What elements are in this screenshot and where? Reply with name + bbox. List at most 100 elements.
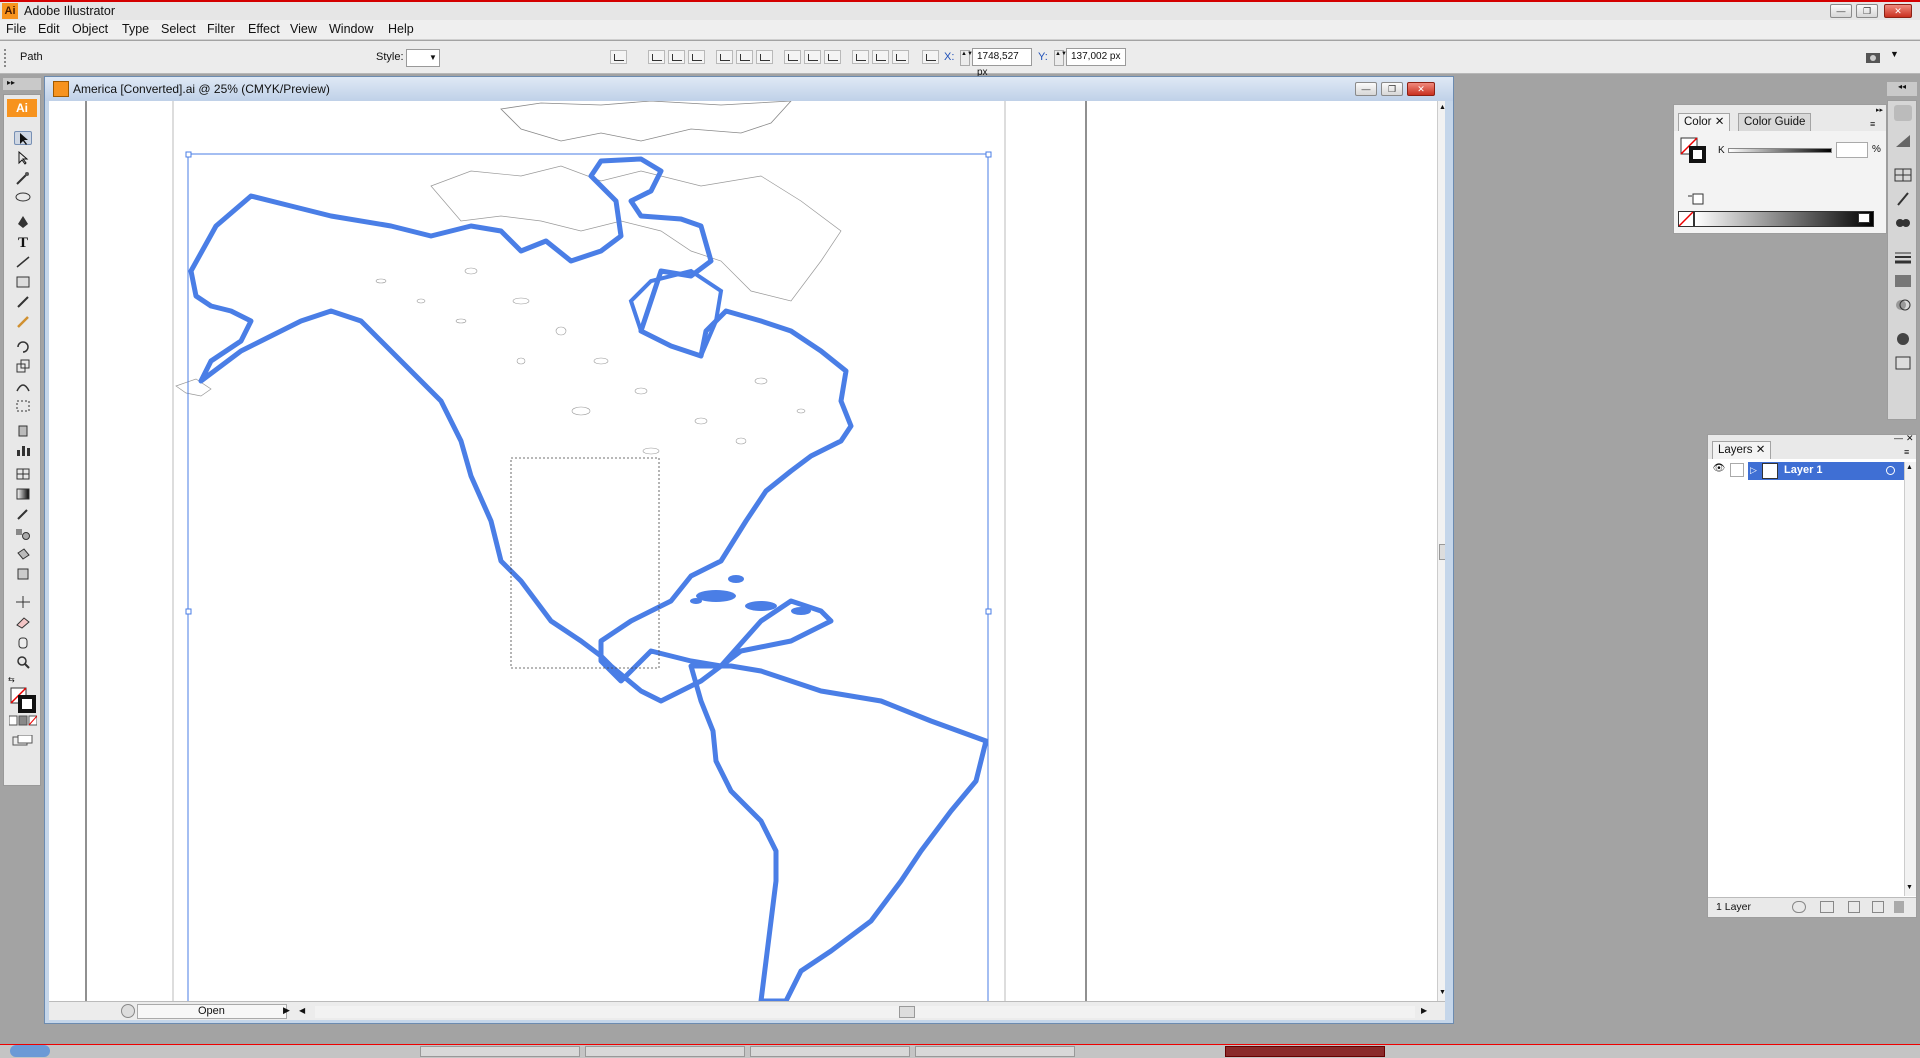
artboard-canvas[interactable]: ▲ ▼ [49,101,1445,1001]
caribbean-islands[interactable] [690,575,811,615]
menu-object[interactable]: Object [72,22,108,36]
align-vcenter-icon[interactable] [736,50,753,64]
selection-handles[interactable] [185,151,992,615]
menu-select[interactable]: Select [161,22,196,36]
fill-stroke-indicator-icon[interactable] [1680,137,1706,163]
transform-ref-icon[interactable] [610,50,627,64]
k-value-field[interactable] [1836,142,1868,158]
lasso-tool-icon[interactable] [14,191,32,205]
distribute-bottom-icon[interactable] [824,50,841,64]
gradient-tool-icon[interactable] [14,487,32,501]
scroll-down-icon[interactable]: ▼ [1906,884,1913,891]
target-circle-icon[interactable] [1886,466,1895,475]
menu-type[interactable]: Type [122,22,149,36]
grip-icon[interactable] [4,49,10,67]
transparency-icon[interactable] [1894,297,1912,313]
doc-close-icon[interactable]: ✕ [1407,82,1435,96]
swatches-icon[interactable] [1894,167,1912,183]
screen-mode-icon[interactable] [12,734,34,747]
horizontal-scroll-thumb[interactable] [899,1006,915,1018]
camera-icon[interactable] [1864,49,1886,65]
align-hcenter-icon[interactable] [668,50,685,64]
taskbar-item[interactable] [585,1046,745,1057]
scroll-left-icon[interactable]: ◀ [299,1006,305,1015]
hand-tool-icon[interactable] [14,635,32,649]
menu-file[interactable]: File [6,22,26,36]
start-orb-icon[interactable] [10,1045,50,1057]
scroll-up-icon[interactable]: ▲ [1439,104,1445,111]
close-panel-icon[interactable]: ✕ [1906,433,1914,444]
north-america-path[interactable] [188,156,854,704]
vertical-scrollbar[interactable]: ▲ ▼ [1437,101,1445,1001]
y-stepper-icon[interactable]: ▲▼ [1054,50,1067,66]
direct-selection-tool-icon[interactable] [14,150,32,165]
column-graph-tool-icon[interactable] [14,443,32,457]
color-panel-icon[interactable] [1894,105,1912,121]
dock-collapse-icon[interactable]: ◂◂ [1887,82,1917,96]
fill-stroke-swatch-icon[interactable] [10,687,36,713]
status-arrow-icon[interactable]: ▶ [283,1005,290,1016]
paintbrush-tool-icon[interactable] [14,295,32,309]
symbols-icon[interactable] [1894,215,1912,231]
scroll-up-icon[interactable]: ▲ [1906,464,1913,471]
restore-icon[interactable]: ❐ [1856,4,1878,18]
swap-fill-stroke-icon[interactable]: ⇆ [8,675,36,685]
align-bottom-icon[interactable] [756,50,773,64]
pencil-tool-icon[interactable] [14,315,32,329]
rectangle-tool-icon[interactable] [14,275,32,289]
slice-tool-icon[interactable] [14,595,32,609]
magic-wand-tool-icon[interactable] [14,171,32,185]
menu-view[interactable]: View [290,22,317,36]
layers-scrollbar[interactable]: ▲ ▼ [1904,462,1916,896]
taskbar-item[interactable] [915,1046,1075,1057]
brushes-icon[interactable] [1894,191,1912,207]
k-slider[interactable] [1728,148,1832,153]
menu-edit[interactable]: Edit [38,22,60,36]
style-dropdown[interactable]: ▼ [406,49,440,67]
distribute-left-icon[interactable] [852,50,869,64]
vertical-scroll-thumb[interactable] [1439,544,1445,560]
minimize-icon[interactable]: — [1830,4,1852,18]
align-left-icon[interactable] [648,50,665,64]
line-tool-icon[interactable] [14,255,32,269]
close-icon[interactable]: ✕ [1884,4,1912,18]
scale-tool-icon[interactable] [14,359,32,373]
tab-layers[interactable]: Layers ✕ [1712,441,1772,459]
live-paint-selection-icon[interactable] [14,567,32,581]
x-position-field[interactable]: 1748,527 px [972,48,1032,78]
warp-tool-icon[interactable] [14,379,32,393]
status-dropdown[interactable]: Open [137,1004,287,1019]
reference-point-icon[interactable] [922,50,939,64]
mesh-tool-icon[interactable] [14,467,32,481]
color-mode-icons[interactable] [8,715,38,727]
trash-icon[interactable] [1894,901,1904,913]
document-title-bar[interactable]: America [Converted].ai @ 25% (CMYK/Previ… [45,77,1453,101]
distribute-hcenter-icon[interactable] [872,50,889,64]
eyedropper-tool-icon[interactable] [14,507,32,521]
grayscale-spectrum[interactable] [1694,211,1874,227]
last-color-icon[interactable] [1688,193,1704,205]
type-tool-icon[interactable]: T [14,235,32,251]
visibility-eye-icon[interactable]: 👁 [1712,463,1726,477]
close-tab-icon[interactable]: ✕ [1715,116,1725,128]
taskbar-item[interactable] [420,1046,580,1057]
live-paint-bucket-icon[interactable] [14,547,32,561]
rotate-tool-icon[interactable] [14,339,32,353]
scroll-down-icon[interactable]: ▼ [1439,989,1445,996]
menu-effect[interactable]: Effect [248,22,280,36]
distribute-top-icon[interactable] [784,50,801,64]
symbol-sprayer-tool-icon[interactable] [14,423,32,437]
panel-menu-icon[interactable]: ≡ [1870,119,1875,129]
minimize-panel-icon[interactable]: — [1894,433,1903,443]
layer-name[interactable]: Layer 1 [1784,464,1823,476]
none-swatch-icon[interactable] [1678,211,1694,227]
blend-tool-icon[interactable] [14,527,32,541]
panel-menu-icon[interactable]: ≡ [1904,447,1909,457]
white-swatch-icon[interactable] [1858,213,1870,223]
doc-restore-icon[interactable]: ❐ [1381,82,1403,96]
y-position-field[interactable]: 137,002 px [1066,48,1126,66]
align-top-icon[interactable] [716,50,733,64]
expand-triangle-icon[interactable]: ▷ [1750,465,1757,476]
taskbar-item-active[interactable] [1225,1046,1385,1057]
make-clipping-mask-icon[interactable] [1820,901,1834,913]
